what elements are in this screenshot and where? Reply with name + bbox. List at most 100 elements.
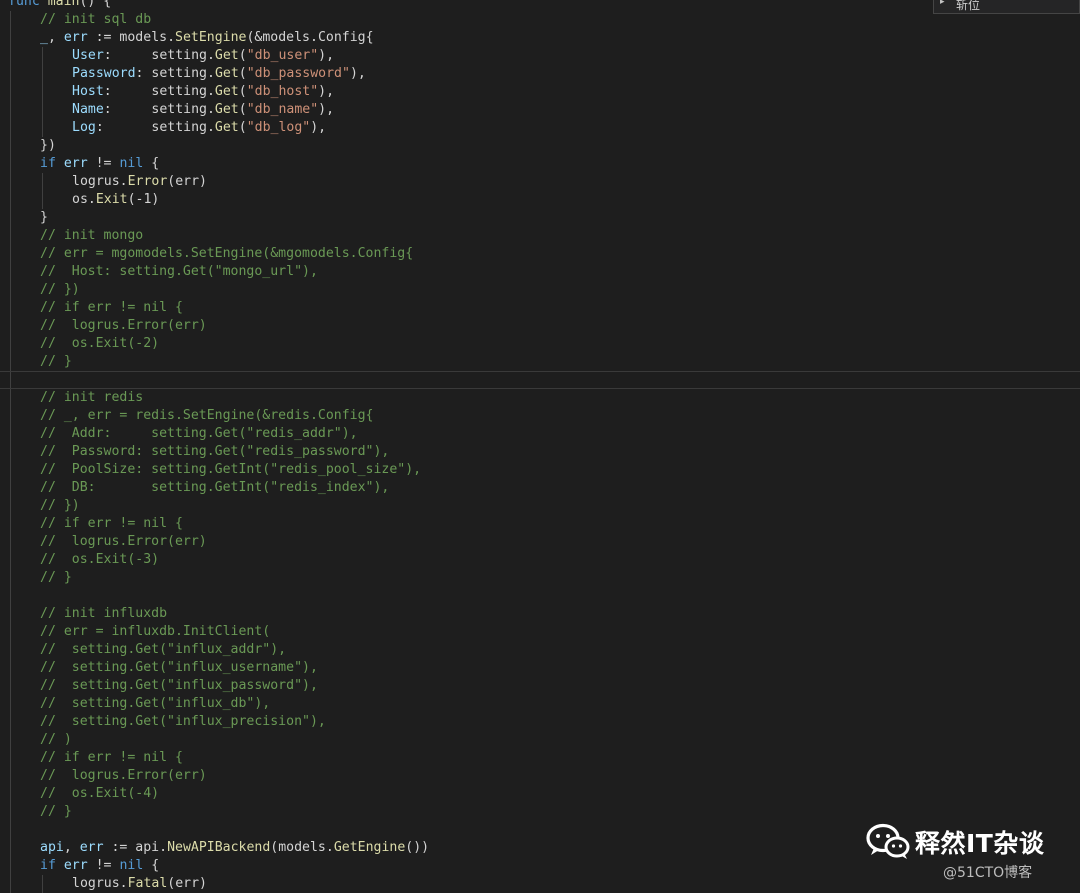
code-token: // os.Exit(-3): [40, 552, 160, 567]
code-line[interactable]: // os.Exit(-2): [0, 335, 1080, 353]
code-token: // err = influxdb.InitClient(: [40, 624, 271, 639]
overlay-widget[interactable]: ▸ 斩位: [933, 0, 1080, 14]
code-line[interactable]: logrus.Fatal(err): [0, 875, 1080, 893]
wechat-icon: [866, 823, 910, 859]
code-token: (: [238, 120, 247, 135]
code-token: Get: [214, 84, 239, 99]
code-line[interactable]: // setting.Get("influx_username"),: [0, 659, 1080, 677]
code-line[interactable]: logrus.Error(err): [0, 173, 1080, 191]
code-token: : setting.: [135, 66, 215, 81]
code-token: := api.: [103, 840, 168, 855]
code-token: // ): [40, 732, 72, 747]
code-line[interactable]: Name: setting.Get("db_name"),: [0, 101, 1080, 119]
code-line[interactable]: // os.Exit(-4): [0, 785, 1080, 803]
code-line[interactable]: if err != nil {: [0, 155, 1080, 173]
code-line[interactable]: // init redis: [0, 389, 1080, 407]
code-line[interactable]: // }): [0, 281, 1080, 299]
code-editor[interactable]: func main() {// init sql db _, err := mod…: [0, 0, 1080, 893]
code-line[interactable]: // err = mgomodels.SetEngine(&mgomodels.…: [0, 245, 1080, 263]
code-line[interactable]: // logrus.Error(err): [0, 317, 1080, 335]
code-line[interactable]: Host: setting.Get("db_host"),: [0, 83, 1080, 101]
code-line[interactable]: // DB: setting.GetInt("redis_index"),: [0, 479, 1080, 497]
code-token: SetEngine: [175, 30, 247, 45]
code-line[interactable]: // setting.Get("influx_precision"),: [0, 713, 1080, 731]
code-token: ),: [310, 120, 327, 135]
code-token: Password: [72, 66, 136, 81]
code-token: if: [40, 156, 56, 171]
code-line[interactable]: Log: setting.Get("db_log"),: [0, 119, 1080, 137]
code-line[interactable]: // Addr: setting.Get("redis_addr"),: [0, 425, 1080, 443]
code-token: ),: [318, 102, 335, 117]
code-token: // setting.Get("influx_username"),: [40, 660, 318, 675]
code-line[interactable]: // init influxdb: [0, 605, 1080, 623]
watermark-account-name: 释然IT杂谈: [915, 829, 1045, 858]
code-token: // logrus.Error(err): [40, 318, 207, 333]
code-line[interactable]: func main() {: [0, 0, 1080, 11]
code-token: func: [8, 0, 40, 9]
code-token: "db_host": [246, 84, 319, 99]
code-line[interactable]: // logrus.Error(err): [0, 767, 1080, 785]
code-token: // init sql db: [40, 12, 152, 27]
code-token: // }): [40, 498, 80, 513]
code-line[interactable]: // if err != nil {: [0, 515, 1080, 533]
overlay-widget-label: 斩位: [956, 0, 981, 12]
code-line[interactable]: [0, 587, 1080, 605]
code-line[interactable]: Password: setting.Get("db_password"),: [0, 65, 1080, 83]
code-line[interactable]: // init mongo: [0, 227, 1080, 245]
code-line[interactable]: // if err != nil {: [0, 299, 1080, 317]
code-token: Get: [214, 66, 239, 81]
code-line[interactable]: // }: [0, 803, 1080, 821]
code-line[interactable]: User: setting.Get("db_user"),: [0, 47, 1080, 65]
code-token: // setting.Get("influx_precision"),: [40, 714, 326, 729]
code-token: ),: [349, 66, 366, 81]
code-token: os.: [72, 192, 96, 207]
code-line[interactable]: // ): [0, 731, 1080, 749]
code-line[interactable]: // init sql db: [0, 11, 1080, 29]
code-line[interactable]: os.Exit(-1): [0, 191, 1080, 209]
code-token: : setting.: [103, 84, 215, 99]
code-token: _: [40, 30, 48, 45]
code-line[interactable]: // setting.Get("influx_password"),: [0, 677, 1080, 695]
code-line[interactable]: // _, err = redis.SetEngine(&redis.Confi…: [0, 407, 1080, 425]
code-token: : setting.: [95, 120, 215, 135]
code-token: // setting.Get("influx_addr"),: [40, 642, 287, 657]
code-token: Exit: [95, 192, 128, 207]
code-line[interactable]: // Password: setting.Get("redis_password…: [0, 443, 1080, 461]
code-line[interactable]: // }): [0, 497, 1080, 515]
code-token: (models.: [270, 840, 334, 855]
code-line[interactable]: // Host: setting.Get("mongo_url"),: [0, 263, 1080, 281]
code-token: err: [63, 156, 88, 171]
code-token: // init redis: [40, 390, 144, 405]
code-token: Log: [72, 120, 96, 135]
code-line[interactable]: }: [0, 209, 1080, 227]
code-line[interactable]: // err = influxdb.InitClient(: [0, 623, 1080, 641]
code-token: // Password: setting.Get("redis_password…: [40, 444, 390, 459]
code-line[interactable]: // }: [0, 353, 1080, 371]
code-token: ,: [63, 840, 80, 855]
code-line[interactable]: _, err := models.SetEngine(&models.Confi…: [0, 29, 1080, 47]
code-line[interactable]: }): [0, 137, 1080, 155]
code-line[interactable]: // }: [0, 569, 1080, 587]
code-line[interactable]: // logrus.Error(err): [0, 533, 1080, 551]
code-token: // if err != nil {: [40, 516, 183, 531]
code-token: Error: [127, 174, 168, 189]
code-token: err: [63, 858, 88, 873]
code-line[interactable]: // PoolSize: setting.GetInt("redis_pool_…: [0, 461, 1080, 479]
code-token: "db_user": [246, 48, 319, 63]
code-line[interactable]: // setting.Get("influx_db"),: [0, 695, 1080, 713]
current-line[interactable]: [0, 371, 1080, 389]
code-line[interactable]: // setting.Get("influx_addr"),: [0, 641, 1080, 659]
code-token: !=: [87, 156, 120, 171]
code-token: "db_password": [246, 66, 350, 81]
expand-arrow-icon[interactable]: ▸: [940, 0, 945, 7]
code-token: Name: [72, 102, 104, 117]
code-token: // Addr: setting.Get("redis_addr"),: [40, 426, 358, 441]
code-line[interactable]: // os.Exit(-3): [0, 551, 1080, 569]
code-token: Get: [214, 102, 239, 117]
code-line[interactable]: // if err != nil {: [0, 749, 1080, 767]
code-token: (-1): [127, 192, 160, 207]
code-token: () {: [79, 0, 112, 9]
code-token: (&models.Config{: [246, 30, 374, 45]
